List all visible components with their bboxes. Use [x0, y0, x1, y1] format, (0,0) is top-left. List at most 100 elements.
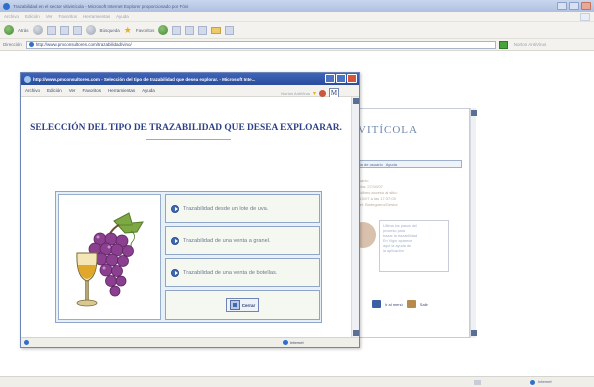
popup-scroll-up-icon[interactable]: [353, 98, 359, 104]
norton-antivirus-label[interactable]: Norton AntiVirus: [514, 42, 546, 47]
go-to-menu-link[interactable]: Ir al menú: [385, 302, 403, 307]
cerrar-label: Cerrar: [241, 302, 256, 308]
page-icon: [28, 42, 34, 47]
arrow-circle-icon: [171, 204, 179, 213]
popup-menu-item-ver[interactable]: Ver: [69, 88, 76, 93]
bg-brand-text: VITÍCOLA: [358, 124, 418, 136]
favorites-star-icon[interactable]: ★: [124, 25, 132, 35]
bg-window-title: Trazabilidad en el sector vitivinícola -…: [13, 3, 189, 9]
bg-menu-bar: Archivo Edición Ver Favoritos Herramient…: [0, 12, 594, 22]
popup-menu-bar: Archivo Edición Ver Favoritos Herramient…: [21, 85, 359, 98]
norton-bug-icon[interactable]: [319, 89, 326, 97]
bg-info-line: Nivel: Bodeguero/Gestor: [354, 202, 398, 207]
grapes-wine-illustration: [76, 212, 144, 307]
bg-menu-item-edicion[interactable]: Edición: [25, 14, 40, 19]
popup-menu-item-herramientas[interactable]: Herramientas: [108, 88, 135, 93]
back-arrow-icon[interactable]: [4, 25, 14, 35]
popup-menu-item-favoritos[interactable]: Favoritos: [83, 88, 102, 93]
option-label: Trazabilidad desde un lote de uva.: [183, 205, 269, 212]
home-icon[interactable]: [72, 25, 82, 35]
popup-maximize-button[interactable]: [336, 74, 346, 83]
option-venta-de-botellas[interactable]: Trazabilidad de una venta de botellas.: [165, 258, 320, 287]
address-input[interactable]: http://www.pmconsultores.com/trazabilida…: [25, 40, 496, 49]
forward-arrow-icon[interactable]: [32, 25, 43, 35]
option-venta-a-granel[interactable]: Trazabilidad de una venta a granel.: [165, 226, 320, 255]
popup-norton-label[interactable]: Norton AntiVirus: [281, 91, 310, 96]
go-button[interactable]: [498, 40, 508, 49]
bg-menu-item-herramientas[interactable]: Herramientas: [83, 14, 110, 19]
popup-vertical-scrollbar[interactable]: [351, 97, 359, 337]
bg-maximize-button[interactable]: [569, 2, 579, 10]
bg-nav-item-ayuda[interactable]: Ayuda: [386, 162, 397, 167]
popup-menu-item-archivo[interactable]: Archivo: [25, 88, 40, 93]
bg-menu-item-archivo[interactable]: Archivo: [4, 14, 19, 19]
grapes-wine-image: [58, 194, 161, 320]
popup-minimize-button[interactable]: [325, 74, 335, 83]
bg-help-note: Ultima los pasos del proceso para trazar…: [379, 220, 449, 272]
bg-note-line: la aplicación: [383, 249, 404, 253]
address-value: http://www.pmconsultores.com/trazabilida…: [35, 42, 132, 47]
bg-minimize-button[interactable]: [557, 2, 567, 10]
page-done-icon: [24, 340, 29, 345]
popup-menu-item-ayuda[interactable]: Ayuda: [142, 88, 155, 93]
bg-vertical-scrollbar[interactable]: [470, 108, 477, 338]
ie-logo-icon: [3, 2, 10, 10]
edit-icon[interactable]: [198, 25, 208, 35]
favorites-label[interactable]: Favoritos: [136, 28, 155, 33]
close-row: Cerrar: [165, 290, 320, 320]
search-icon[interactable]: [85, 25, 96, 35]
popup-menu-item-edicion[interactable]: Edición: [47, 88, 62, 93]
bg-title-bar: Trazabilidad en el sector vitivinícola -…: [0, 0, 594, 12]
close-door-icon: [229, 300, 240, 310]
cerrar-button[interactable]: Cerrar: [225, 298, 260, 312]
bg-address-bar: Dirección http://www.pmconsultores.com/t…: [0, 39, 594, 51]
norton-shield-icon[interactable]: ▾: [313, 90, 316, 97]
trazabilidad-options-table: Trazabilidad desde un lote de uva. Traza…: [55, 191, 322, 323]
folder-icon[interactable]: [211, 26, 222, 34]
popup-window: http://www.pmconsultores.com - Selección…: [20, 72, 360, 348]
bg-menu-item-ayuda[interactable]: Ayuda: [116, 14, 129, 19]
address-label: Dirección: [3, 42, 22, 47]
exit-link[interactable]: Salir: [420, 302, 428, 307]
exit-icon[interactable]: [406, 300, 416, 308]
arrow-circle-icon: [171, 236, 179, 245]
popup-title-bar[interactable]: http://www.pmconsultores.com - Selección…: [21, 73, 359, 85]
popup-status-zone: Internet: [290, 340, 304, 345]
print-icon[interactable]: [185, 25, 195, 35]
bg-menu-item-favoritos[interactable]: Favoritos: [59, 14, 78, 19]
stop-icon[interactable]: [46, 25, 56, 35]
bg-scroll-down-icon[interactable]: [471, 330, 477, 336]
popup-close-button[interactable]: [347, 74, 357, 83]
bg-menu-item-ver[interactable]: Ver: [46, 14, 53, 19]
option-lote-de-uva[interactable]: Trazabilidad desde un lote de uva.: [165, 194, 320, 223]
refresh-icon[interactable]: [59, 25, 69, 35]
arrow-circle-icon: [171, 268, 179, 277]
bg-nav-item-alta[interactable]: Alta de usuario: [356, 162, 383, 167]
internet-zone-icon: [283, 340, 288, 345]
ie-logo-icon: [24, 75, 31, 83]
bg-footer-links: Ir al menú Salir: [372, 300, 428, 308]
menu-icon[interactable]: [372, 300, 381, 308]
search-label[interactable]: Búsqueda: [100, 28, 120, 33]
popup-content: SELECCIÓN DEL TIPO DE TRAZABILIDAD QUE D…: [21, 97, 351, 337]
back-label[interactable]: Atrás: [18, 28, 29, 33]
history-icon[interactable]: [158, 25, 169, 35]
internet-zone-icon: [530, 380, 535, 385]
option-label: Trazabilidad de una venta de botellas.: [183, 269, 278, 276]
page-title: SELECCIÓN DEL TIPO DE TRAZABILIDAD QUE D…: [30, 123, 342, 133]
popup-scroll-down-icon[interactable]: [353, 330, 359, 336]
bg-scroll-up-icon[interactable]: [471, 110, 477, 116]
bg-status-zone: Internet: [538, 379, 552, 384]
popup-window-title: http://www.pmconsultores.com - Selección…: [33, 76, 256, 82]
bg-status-bar: Internet: [0, 376, 594, 387]
mail-icon[interactable]: [172, 25, 182, 35]
status-lock-icon: [474, 380, 481, 385]
messenger-icon[interactable]: [225, 25, 235, 35]
bg-user-info: Usuario: Fecha: 27/10/07 Tu último acces…: [354, 178, 450, 208]
option-label: Trazabilidad de una venta a granel.: [183, 237, 271, 244]
bg-toolbar: Atrás Búsqueda ★ Favoritos: [0, 22, 594, 39]
windows-flag-icon: [580, 13, 590, 21]
bg-nav-bar: Alta de usuario Ayuda: [352, 160, 462, 168]
title-divider: [146, 139, 231, 140]
bg-close-button[interactable]: [581, 2, 591, 10]
